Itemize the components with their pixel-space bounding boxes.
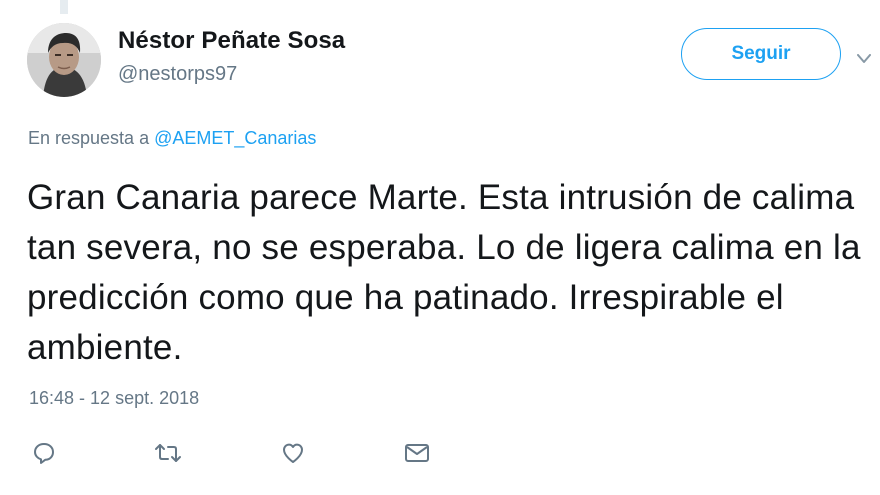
reply-context-prefix: En respuesta a (28, 128, 150, 148)
chevron-down-icon (857, 54, 871, 63)
tweet-timestamp[interactable]: 16:48 - 12 sept. 2018 (29, 388, 199, 409)
reply-target-link[interactable]: @AEMET_Canarias (154, 128, 316, 148)
tweet-actions-bar (0, 438, 880, 468)
thread-connector-line (60, 0, 68, 14)
heart-icon (283, 443, 303, 463)
tweet-text: Gran Canaria parece Marte. Esta intrusió… (27, 178, 861, 367)
envelope-icon (405, 444, 429, 462)
avatar-image (27, 23, 101, 97)
direct-message-button[interactable] (402, 438, 432, 468)
avatar[interactable] (27, 23, 101, 97)
reply-context: En respuesta a @AEMET_Canarias (28, 128, 316, 149)
like-button[interactable] (278, 438, 308, 468)
retweet-button[interactable] (153, 438, 183, 468)
reply-icon (34, 443, 54, 464)
reply-button[interactable] (29, 438, 59, 468)
author-handle[interactable]: @nestorps97 (118, 63, 237, 86)
more-options-caret[interactable] (857, 54, 871, 64)
follow-button[interactable]: Seguir (681, 28, 841, 80)
author-display-name[interactable]: Néstor Peñate Sosa (118, 27, 345, 55)
retweet-icon (155, 444, 181, 462)
